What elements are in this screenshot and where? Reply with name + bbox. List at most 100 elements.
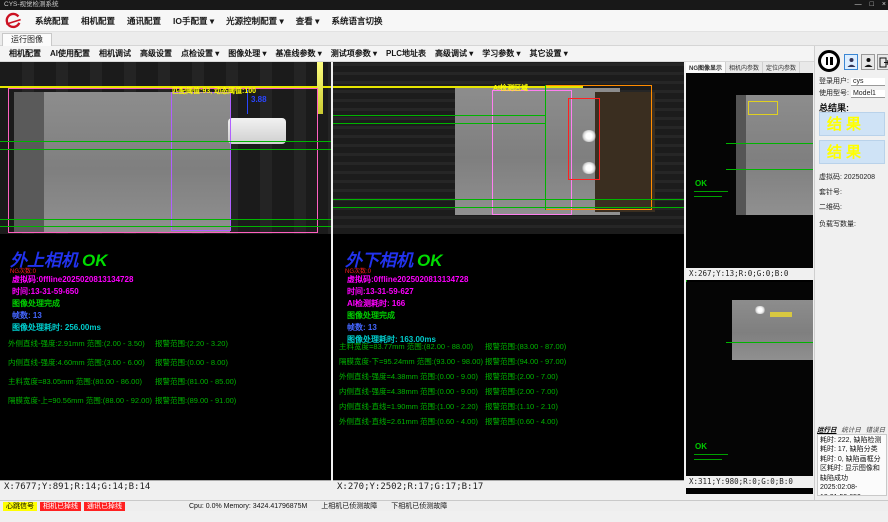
mid-measure-line-3 [333,199,684,200]
left-ok-status: OK [82,251,108,270]
left-roi-violet-rect [171,92,231,231]
tool-advanced-settings[interactable]: 高级设置 [140,48,172,59]
left-frame-count: 帧数: 13 [12,310,42,321]
logout-button[interactable] [877,54,888,70]
tab-camera-inner-params[interactable]: 相机内参数 [726,62,763,73]
thumbnail-view-upper: OK [686,73,813,268]
tool-advanced-debug[interactable]: 高级调试 ▾ [435,48,473,59]
tool-other-settings[interactable]: 其它设置 ▾ [530,48,568,59]
tool-plc-table[interactable]: PLC地址表 [386,48,426,59]
left-measure-line-3 [0,219,331,220]
mid-measure-row: 外侧直线-强度=4.38mm 范围:(0.00 - 9.00) [339,371,478,382]
virtual-code-value: 20250208 [844,174,875,181]
mid-measure-line-2 [333,123,545,124]
mid-alarm-range: 报警范围:(2.00 - 7.00) [485,386,558,397]
thumb2-coordinate-bar: X:311;Y:980;R:0;G:0;B:0 [686,476,813,488]
menu-camera-config[interactable]: 相机配置 [81,15,115,27]
mid-ai-region-overlay: AI检测区域 [493,83,528,93]
menu-comm-config[interactable]: 通讯配置 [127,15,161,27]
mid-ai-time: AI检测耗时: 166 [347,298,405,309]
tool-camera-config[interactable]: 相机配置 [9,48,41,59]
thumb1-green-line-2 [726,169,813,170]
thumb2-flare-1 [754,306,766,314]
mid-frame-count: 帧数: 13 [347,322,377,333]
person-dark-icon [864,57,873,68]
thumb2-green-line-1 [726,342,813,343]
virtual-code-label: 虚拟码: [819,174,842,181]
model-row: 使用型号:Model1 [819,88,885,98]
cpu-memory-status: Cpu: 0.0% Memory: 3424.41796875M [189,503,307,510]
person-icon [847,57,856,68]
minimize-icon[interactable]: — [855,0,862,10]
left-alarm-range: 报警范围:(2.20 - 3.20) [155,338,228,349]
tool-ai-config[interactable]: AI使用配置 [50,48,90,59]
menu-io-config[interactable]: IO手配置 ▾ [173,15,214,27]
mid-measure-line-1 [333,115,545,116]
mid-camera-pane: AI检测区域 外下相机OK NG次数:0 虚拟码:0ffline20250208… [333,62,684,494]
menu-language-switch[interactable]: 系统语言切换 [331,15,382,27]
login-user-button[interactable] [844,54,858,70]
mid-alarm-range: 报警范围:(94.00 - 97.00) [485,356,566,367]
tool-camera-debug[interactable]: 相机调试 [99,48,131,59]
login-user-label: 登录用户: [819,78,849,85]
window-controls: — □ × [855,0,886,10]
app-logo-icon [3,12,23,30]
login-user-row: 登录用户:cys [819,76,885,86]
thumb1-text-line-1 [694,191,728,192]
mid-virtual-code: 虚拟码:0ffline2025020813134728 [347,274,468,285]
mid-measure-row: 内侧直线-强度=4.38mm 范围:(0.00 - 9.00) [339,386,478,397]
left-measure-row: 隔膜宽度-上=90.56mm 范围:(88.00 - 92.00) [8,395,152,406]
menu-light-config[interactable]: 光源控制配置 ▾ [226,15,284,27]
left-roi-magenta-rect [8,88,318,233]
lower-camera-fault-status: 下相机已侦测故障 [391,501,447,511]
title-bar: CYS-视觉检测系统 [0,0,888,10]
status-bar: 心跳信号 相机已掉线 通讯已掉线 Cpu: 0.0% Memory: 3424.… [0,500,888,511]
thumb1-text-line-2 [694,196,722,197]
admin-user-button[interactable] [861,54,875,70]
mid-alarm-range: 报警范围:(2.00 - 7.00) [485,371,558,382]
left-caliper-value: 3.88 [251,95,267,104]
pause-icon [830,57,833,65]
left-alarm-range: 报警范围:(89.00 - 91.00) [155,395,236,406]
left-pixel-coordinate-bar: X:7677;Y:891;R:14;G:14;B:14 [0,480,331,494]
tab-strip: 运行图像 [0,32,888,46]
left-alarm-range: 报警范围:(0.00 - 8.00) [155,357,228,368]
menu-view[interactable]: 查看 ▾ [296,15,320,27]
left-process-done: 图像处理完成 [12,298,60,309]
logout-door-icon [879,57,888,68]
maximize-icon[interactable]: □ [870,0,874,10]
mid-ok-status: OK [417,251,443,270]
mid-measure-row: 外侧直线-直线=2.61mm 范围:(0.60 - 4.00) [339,416,478,427]
app-window: CYS-视觉检测系统 — □ × 系统配置 相机配置 通讯配置 IO手配置 ▾ … [0,0,888,522]
menu-system-config[interactable]: 系统配置 [35,15,69,27]
login-user-value[interactable]: cys [851,78,885,86]
model-value[interactable]: Model1 [851,90,885,98]
tool-baseline-params[interactable]: 基准线参数 ▾ [276,48,322,59]
pause-button[interactable] [818,50,840,72]
pause-icon [826,57,829,65]
camera-offline-badge: 相机已掉线 [40,502,81,511]
thumb1-green-line-1 [726,143,813,144]
left-measure-line-1 [0,141,331,142]
comm-offline-badge: 通讯已掉线 [84,502,125,511]
mid-measure-row: 隔膜宽度-下=95.24mm 范围:(93.00 - 98.00) [339,356,483,367]
menu-bar: 系统配置 相机配置 通讯配置 IO手配置 ▾ 光源控制配置 ▾ 查看 ▾ 系统语… [0,10,888,32]
heartbeat-status-badge: 心跳信号 [3,502,37,511]
tool-image-processing[interactable]: 图像处理 ▾ [228,48,266,59]
mid-flare-spot-1 [581,130,597,142]
tab-locator-inner-params[interactable]: 定位内参数 [763,62,800,73]
mid-alarm-range: 报警范围:(1.10 - 2.10) [485,401,558,412]
mid-time: 时间:13-31-59-627 [347,286,414,297]
left-measure-row: 外侧直线-强度:2.91mm 范围:(2.00 - 3.50) [8,338,145,349]
log-text-area[interactable]: 耗时: 222, 缺陷检测耗时: 17, 缺陷分类耗时: 0, 缺陷画框分区耗时… [817,434,887,496]
tool-test-params[interactable]: 测试项参数 ▾ [331,48,377,59]
mid-process-done: 图像处理完成 [347,310,395,321]
qrcode-label: 二维码: [819,204,842,211]
thumb2-text-line-1 [694,454,728,455]
tool-learning-params[interactable]: 学习参数 ▾ [482,48,520,59]
tab-ng-image-display[interactable]: NG图像显示 [686,62,726,73]
close-icon[interactable]: × [882,0,886,10]
tab-run-image[interactable]: 运行图像 [2,33,52,46]
tool-spot-check[interactable]: 点检设置 ▾ [181,48,219,59]
thumb1-part-edge [736,95,746,215]
